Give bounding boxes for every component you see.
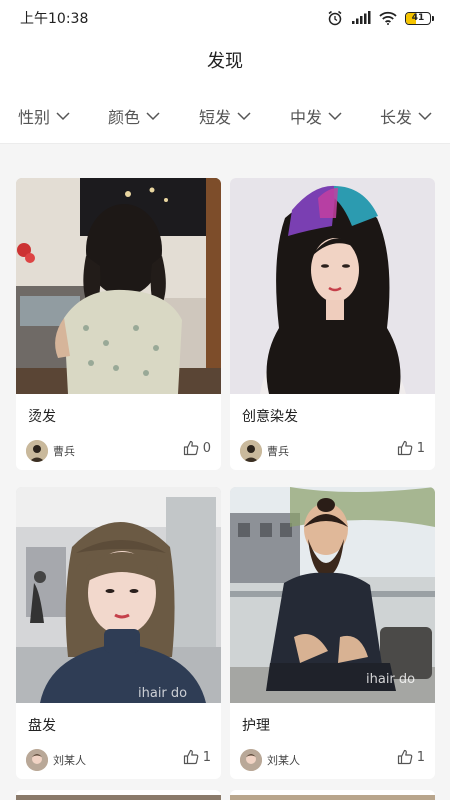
author: 刘某人 xyxy=(240,749,300,771)
thumbs-up-icon xyxy=(183,440,199,456)
signal-icon xyxy=(351,11,371,25)
like-button[interactable]: 1 xyxy=(183,749,211,765)
photo-watermark: ihair do xyxy=(366,672,415,687)
filter-label: 颜色 xyxy=(108,108,141,127)
hairstyle-title: 创意染发 xyxy=(242,409,298,425)
hairstyle-title: 盘发 xyxy=(28,718,56,734)
filter-label: 性别 xyxy=(18,108,51,127)
author-name: 刘某人 xyxy=(53,754,86,767)
thumbs-up-icon xyxy=(397,440,413,456)
hairstyle-photo: ihair do xyxy=(16,487,221,703)
hairstyle-title: 烫发 xyxy=(28,409,56,425)
status-time: 上午10:38 xyxy=(20,11,89,27)
filter-label: 中发 xyxy=(290,108,323,127)
author: 曹兵 xyxy=(26,440,75,462)
filter-label: 短发 xyxy=(199,108,232,127)
hairstyle-card[interactable]: ihair do 护理 刘某人 1 xyxy=(230,487,435,779)
battery-icon: 41 xyxy=(405,11,434,25)
page-title: 发现 xyxy=(207,51,243,72)
hairstyle-card[interactable] xyxy=(16,790,221,800)
filter-label: 长发 xyxy=(380,108,413,127)
avatar xyxy=(240,440,262,462)
wifi-icon xyxy=(379,11,397,25)
like-count: 1 xyxy=(416,440,425,456)
author: 曹兵 xyxy=(240,440,289,462)
battery-level: 41 xyxy=(411,12,425,23)
hairstyle-photo xyxy=(16,178,221,394)
filter-medium-hair[interactable]: 中发 xyxy=(290,104,342,128)
filter-bar: 性别 颜色 短发 中发 长发 xyxy=(0,84,450,144)
like-button[interactable]: 0 xyxy=(183,440,211,456)
author: 刘某人 xyxy=(26,749,86,771)
hairstyle-card[interactable] xyxy=(230,790,435,800)
chevron-down-icon xyxy=(328,111,342,121)
avatar xyxy=(26,749,48,771)
hairstyle-title: 护理 xyxy=(242,718,270,734)
author-name: 刘某人 xyxy=(267,754,300,767)
thumbs-up-icon xyxy=(183,749,199,765)
chevron-down-icon xyxy=(56,111,70,121)
like-count: 1 xyxy=(202,749,211,765)
hairstyle-photo: ihair do xyxy=(230,487,435,703)
like-count: 1 xyxy=(416,749,425,765)
like-button[interactable]: 1 xyxy=(397,440,425,456)
status-bar: 上午10:38 41 xyxy=(0,0,450,36)
hairstyle-photo xyxy=(230,178,435,394)
photo-watermark: ihair do xyxy=(138,686,187,701)
hairstyle-card[interactable]: 创意染发 曹兵 1 xyxy=(230,178,435,470)
status-icons: 41 xyxy=(327,10,434,26)
filter-gender[interactable]: 性别 xyxy=(18,104,70,128)
hairstyle-card[interactable]: 烫发 曹兵 0 xyxy=(16,178,221,470)
chevron-down-icon xyxy=(418,111,432,121)
alarm-icon xyxy=(327,10,343,26)
avatar xyxy=(26,440,48,462)
filter-color[interactable]: 颜色 xyxy=(108,104,160,128)
page-header: 发现 xyxy=(0,36,450,84)
chevron-down-icon xyxy=(237,111,251,121)
filter-short-hair[interactable]: 短发 xyxy=(199,104,251,128)
filter-long-hair[interactable]: 长发 xyxy=(380,104,432,128)
avatar xyxy=(240,749,262,771)
author-name: 曹兵 xyxy=(267,445,289,458)
chevron-down-icon xyxy=(146,111,160,121)
hairstyle-card[interactable]: ihair do 盘发 刘某人 1 xyxy=(16,487,221,779)
like-button[interactable]: 1 xyxy=(397,749,425,765)
like-count: 0 xyxy=(202,440,211,456)
thumbs-up-icon xyxy=(397,749,413,765)
author-name: 曹兵 xyxy=(53,445,75,458)
